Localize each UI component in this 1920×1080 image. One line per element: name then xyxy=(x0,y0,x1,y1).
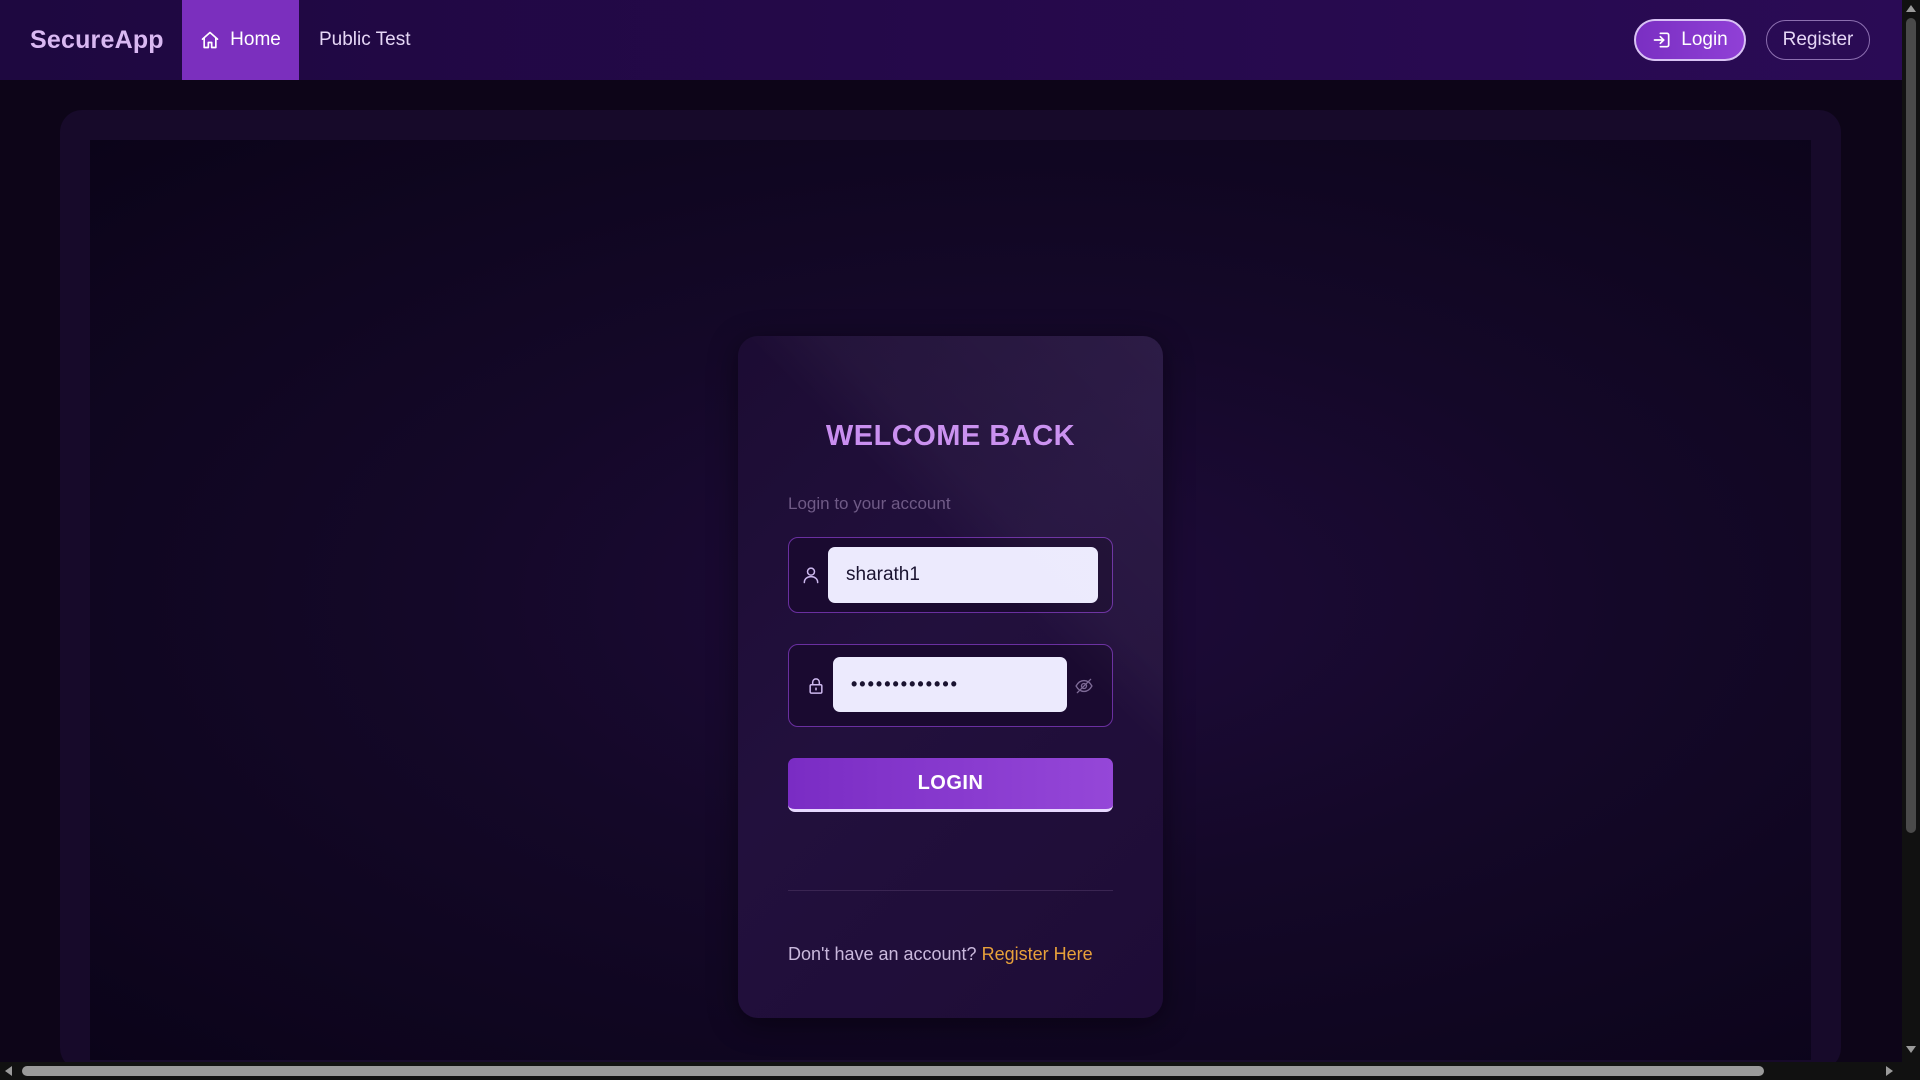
card-divider xyxy=(788,890,1113,891)
vertical-scrollbar-thumb[interactable] xyxy=(1906,18,1916,833)
brand-logo[interactable]: SecureApp xyxy=(30,26,182,55)
user-icon xyxy=(803,567,819,584)
register-here-link[interactable]: Register Here xyxy=(982,944,1093,964)
nav-register-button[interactable]: Register xyxy=(1766,20,1870,60)
nav-login-label: Login xyxy=(1681,29,1728,50)
register-prompt-text: Don't have an account? xyxy=(788,944,977,964)
scroll-right-arrow-icon[interactable] xyxy=(1886,1066,1893,1076)
nav-auth-actions: Login Register xyxy=(1634,19,1870,61)
nav-login-button[interactable]: Login xyxy=(1634,19,1746,61)
login-submit-button[interactable]: LOGIN xyxy=(788,758,1113,812)
nav-home-label: Home xyxy=(230,29,281,50)
register-prompt: Don't have an account? Register Here xyxy=(788,944,1093,965)
nav-public-test-link[interactable]: Public Test xyxy=(319,29,411,51)
username-input[interactable]: sharath1 xyxy=(828,547,1098,603)
eye-off-icon[interactable] xyxy=(1074,676,1094,696)
username-field: sharath1 xyxy=(788,537,1113,613)
scroll-down-arrow-icon[interactable] xyxy=(1906,1046,1916,1053)
password-input[interactable]: ••••••••••••• xyxy=(833,657,1067,712)
horizontal-scrollbar[interactable] xyxy=(0,1062,1902,1080)
scroll-left-arrow-icon[interactable] xyxy=(5,1066,12,1076)
top-navbar: SecureApp Home Public Test Login Registe… xyxy=(0,0,1902,80)
vertical-scrollbar[interactable] xyxy=(1902,0,1920,1062)
login-subtitle: Login to your account xyxy=(788,494,951,513)
lock-icon xyxy=(809,678,823,694)
password-field: ••••••••••••• xyxy=(788,644,1113,727)
scrollbar-corner xyxy=(1902,1062,1920,1080)
scroll-up-arrow-icon[interactable] xyxy=(1906,5,1916,12)
horizontal-scrollbar-thumb[interactable] xyxy=(22,1066,1764,1076)
home-icon xyxy=(201,31,219,49)
login-icon xyxy=(1653,32,1670,48)
nav-home-link[interactable]: Home xyxy=(182,0,299,80)
login-card: WELCOME BACK Login to your account shara… xyxy=(738,336,1163,1018)
login-title: WELCOME BACK xyxy=(825,420,1076,452)
